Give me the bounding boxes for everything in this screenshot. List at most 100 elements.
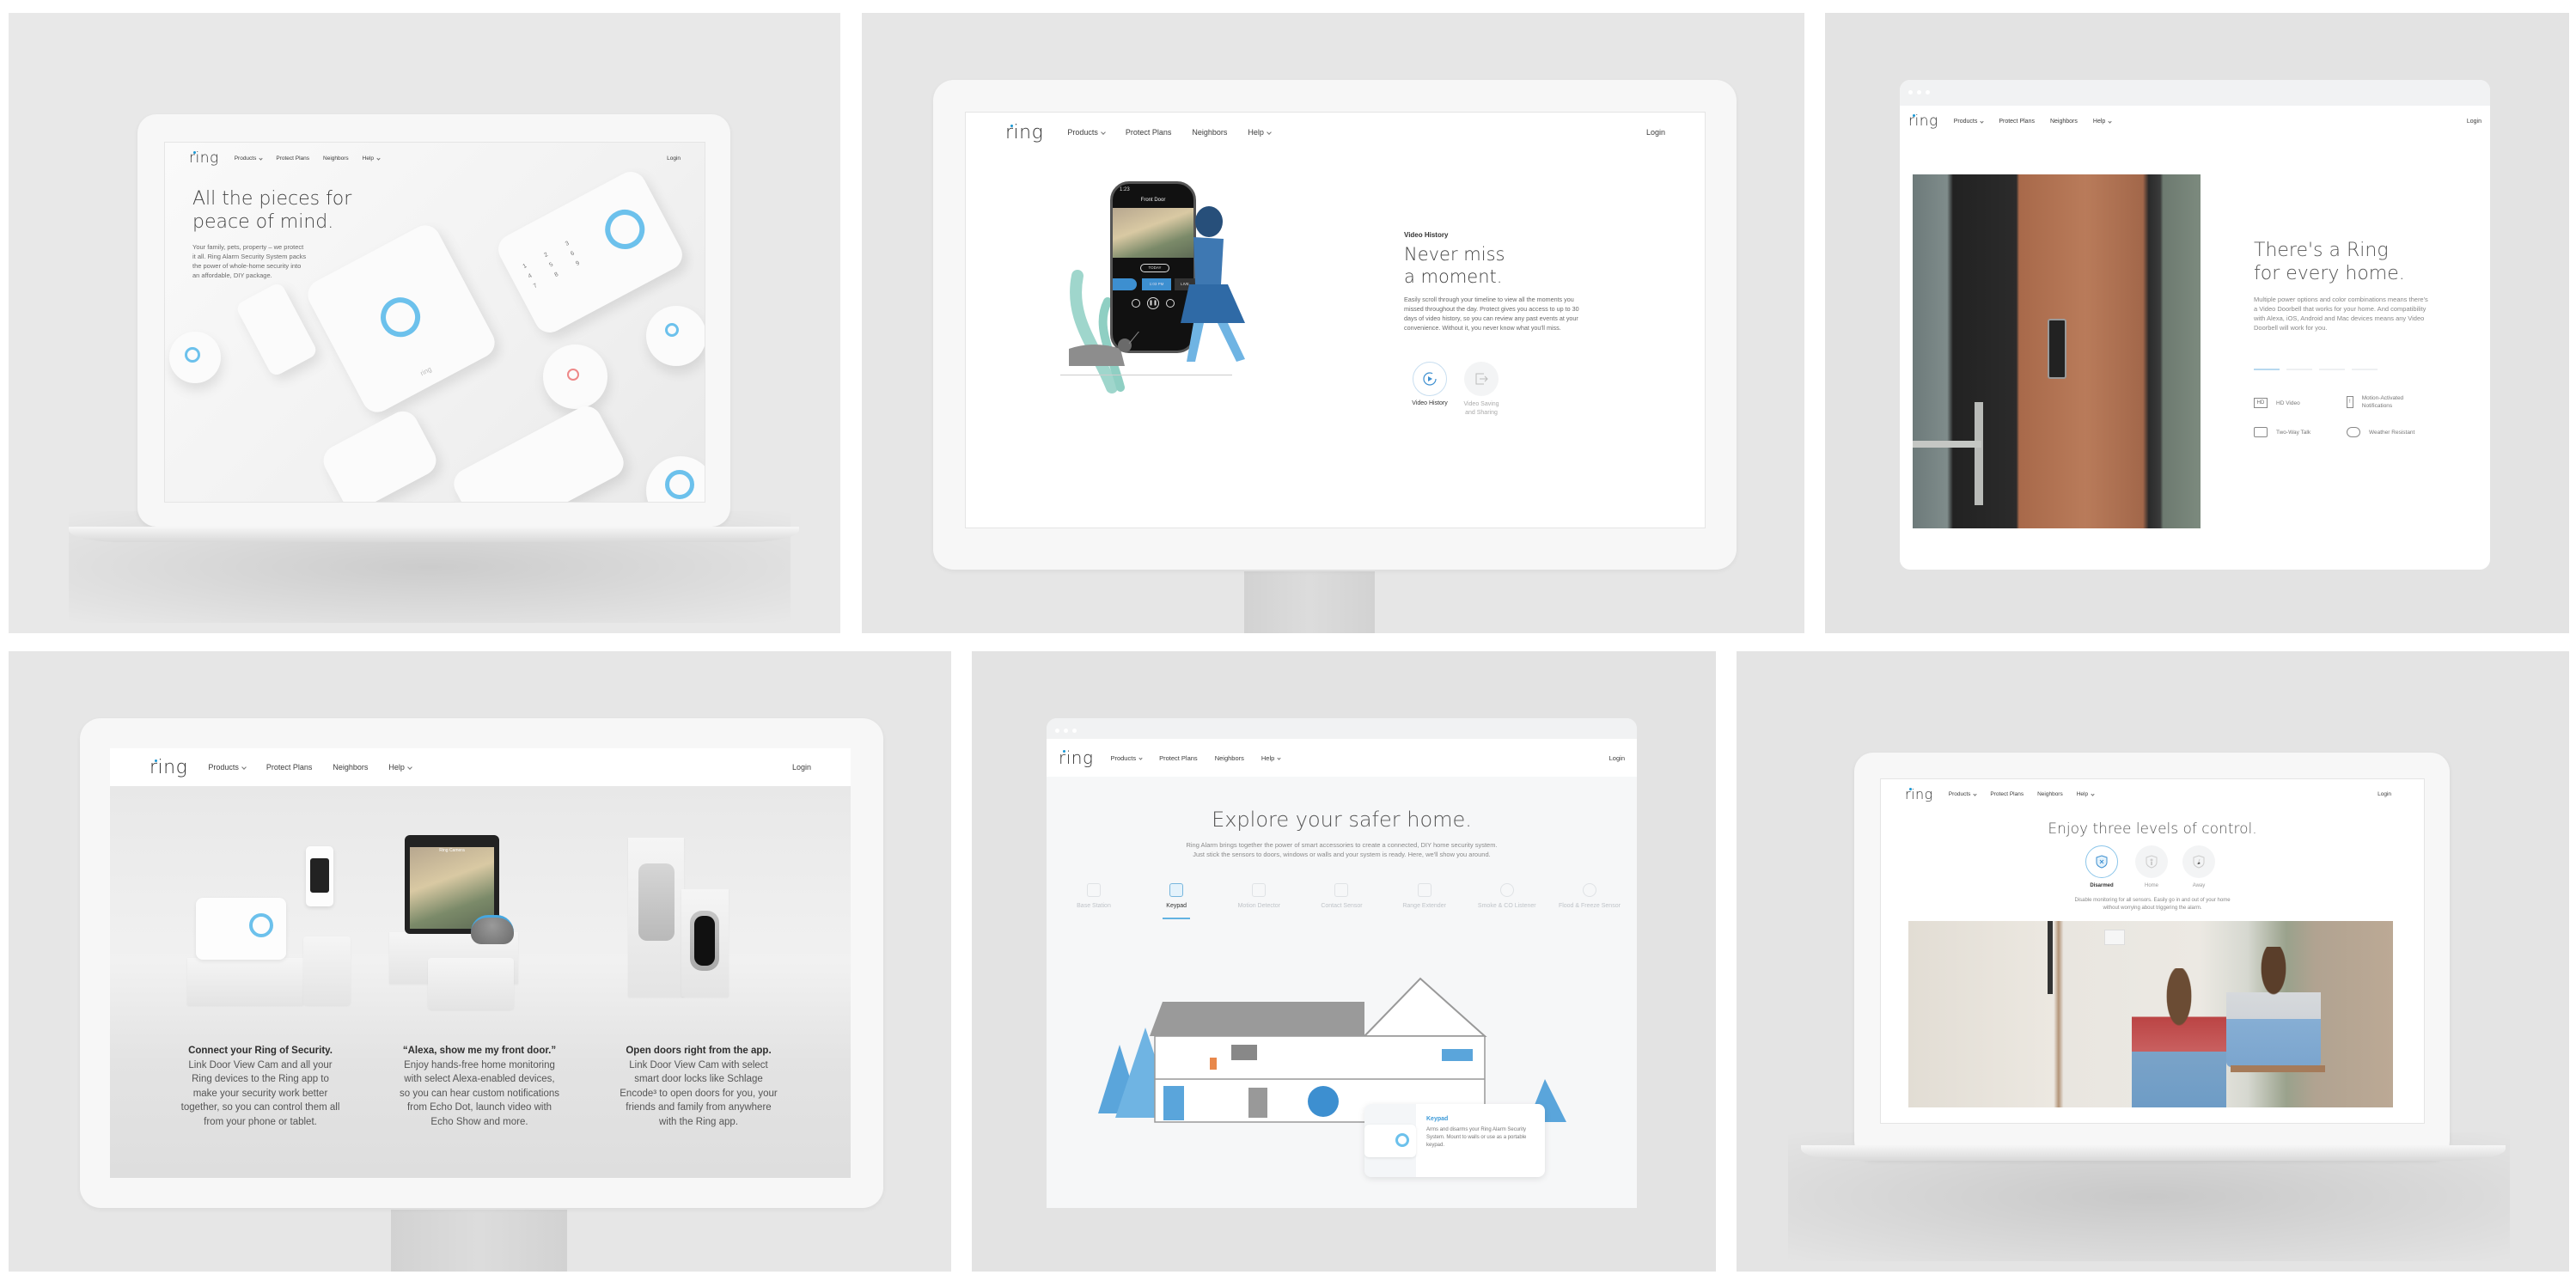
nav-help[interactable]: Help [363,156,381,162]
cloud-rain-icon [2347,427,2360,437]
panel-smart-home-monitor: ring Products Protect Plans Neighbors He… [9,651,951,1272]
wall-keypad [2104,930,2125,945]
ring-logo[interactable]: ring [150,757,187,778]
section-headline: Enjoy three levels of control. [2048,820,2257,838]
nav-neighbors[interactable]: Neighbors [1192,128,1227,137]
monitor-stand [1244,571,1375,633]
chat-bubbles-icon [2254,427,2268,437]
top-nav: ring Products Protect Plans Neighbors He… [1881,779,2424,808]
flood-sensor-icon [1582,883,1596,897]
feature-video-sharing[interactable]: Video Saving and Sharing [1460,362,1503,418]
range-extender-icon [1417,883,1431,897]
carousel-dot[interactable] [2352,369,2378,370]
schlage-lock [638,863,675,941]
section-body: Multiple power options and color combina… [2254,296,2428,332]
video-doorbell [2048,319,2066,379]
mode-home[interactable]: Home [2130,845,2173,888]
nav-neighbors[interactable]: Neighbors [2037,791,2063,797]
tab-motion-detector[interactable]: Motion Detector [1224,883,1293,911]
chevron-down-icon [241,765,247,770]
shield-person-icon [2135,845,2168,878]
nav-products[interactable]: Products [1067,128,1106,137]
nav-products[interactable]: Products [1949,791,1978,797]
login-link[interactable]: Login [2378,791,2391,797]
tab-contact-sensor[interactable]: Contact Sensor [1307,883,1376,911]
top-nav: ring Products Protect Plans Neighbors He… [110,748,851,786]
nav-help[interactable]: Help [2093,119,2112,125]
doorbell-photo [1913,174,2201,528]
woman-walking-illustration [1181,206,1245,362]
nav-neighbors[interactable]: Neighbors [1215,754,1244,762]
stick-up-cam [306,846,333,906]
nav-protect-plans[interactable]: Protect Plans [1159,754,1198,762]
nav-protect-plans[interactable]: Protect Plans [1126,128,1172,137]
eyebrow-label: Video History [1404,231,1449,239]
mode-disarmed[interactable]: Disarmed [2080,845,2123,888]
login-link[interactable]: Login [1609,754,1625,762]
nav-help[interactable]: Help [388,763,412,772]
window-controls[interactable] [1908,90,1930,95]
ring-logo[interactable]: ring [1005,122,1043,143]
top-nav: ring Products Protect Plans Neighbors He… [165,143,705,174]
browser-window: ring Products Protect Plans Neighbors He… [1900,80,2490,570]
carousel-dot[interactable] [2286,369,2312,370]
carousel-dot-active[interactable] [2254,369,2280,370]
ring-logo[interactable]: ring [1905,786,1933,802]
browser-window: ring Products Protect Plans Neighbors He… [1047,718,1637,1208]
window-controls[interactable] [1055,729,1077,733]
nav-neighbors[interactable]: Neighbors [333,763,368,772]
chevron-down-icon [1138,755,1143,760]
ring-logo[interactable]: ring [189,149,219,167]
nav-protect-plans[interactable]: Protect Plans [1999,119,2035,125]
login-link[interactable]: Login [792,763,811,772]
laptop-base [1801,1145,2506,1161]
feature-video-history[interactable]: Video History [1408,362,1451,406]
carousel-indicators [2254,369,2378,370]
ring-logo[interactable]: ring [1908,113,1938,130]
nav-products[interactable]: Products [1110,754,1143,762]
carousel-dot[interactable] [2319,369,2345,370]
timeline-event[interactable] [1113,278,1137,290]
feature-column-connect: Connect your Ring of Security. Link Door… [180,1046,340,1127]
tab-keypad[interactable]: Keypad [1142,883,1211,919]
door-lever [1913,441,1981,448]
pedestal [187,958,303,1005]
nav-products[interactable]: Products [208,763,247,772]
login-link[interactable]: Login [2467,119,2481,125]
nav-protect-plans[interactable]: Protect Plans [1990,791,2024,797]
hero-body: Your family, pets, property – we protect… [192,243,307,279]
nav-help[interactable]: Help [1261,754,1281,762]
chevron-down-icon [1101,130,1106,135]
tab-flood-freeze-sensor[interactable]: Flood & Freeze Sensor [1555,883,1624,911]
feature-motion-notifications: ! Motion-Activated Notifications [2347,394,2433,410]
nav-neighbors[interactable]: Neighbors [2050,119,2078,125]
nav-protect-plans[interactable]: Protect Plans [276,156,309,162]
dog-illustration [1069,332,1139,366]
panel-video-history-monitor: ring Products Protect Plans Neighbors He… [862,13,1804,633]
chevron-down-icon [2091,791,2095,796]
feature-column-alexa: “Alexa, show me my front door.” Enjoy ha… [399,1046,560,1127]
ring-keypad [196,898,286,960]
login-link[interactable]: Login [667,156,681,162]
chevron-down-icon [1973,791,1978,796]
login-link[interactable]: Login [1646,128,1665,137]
nav-protect-plans[interactable]: Protect Plans [266,763,313,772]
echo-show-title: Ring Camera [439,848,465,853]
previous-icon[interactable] [1132,299,1140,308]
nav-products[interactable]: Products [1954,119,1984,125]
tab-smoke-co-listener[interactable]: Smoke & CO Listener [1473,883,1541,911]
shield-running-icon [2182,845,2215,878]
nav-products[interactable]: Products [235,156,263,162]
echo-dot [471,915,514,944]
tab-range-extender[interactable]: Range Extender [1390,883,1459,911]
mode-description: Disable monitoring for all sensors. Easi… [2074,898,2231,911]
mode-away[interactable]: Away [2177,845,2220,888]
ring-logo[interactable]: ring [1059,747,1093,768]
hero-headline: All the pieces for peace of mind. [192,188,352,233]
tab-base-station[interactable]: Base Station [1059,883,1128,911]
chevron-down-icon [2108,119,2112,124]
mother-figure [2132,968,2226,1107]
nav-help[interactable]: Help [2077,791,2095,797]
nav-neighbors[interactable]: Neighbors [323,156,349,162]
nav-help[interactable]: Help [1248,128,1272,137]
